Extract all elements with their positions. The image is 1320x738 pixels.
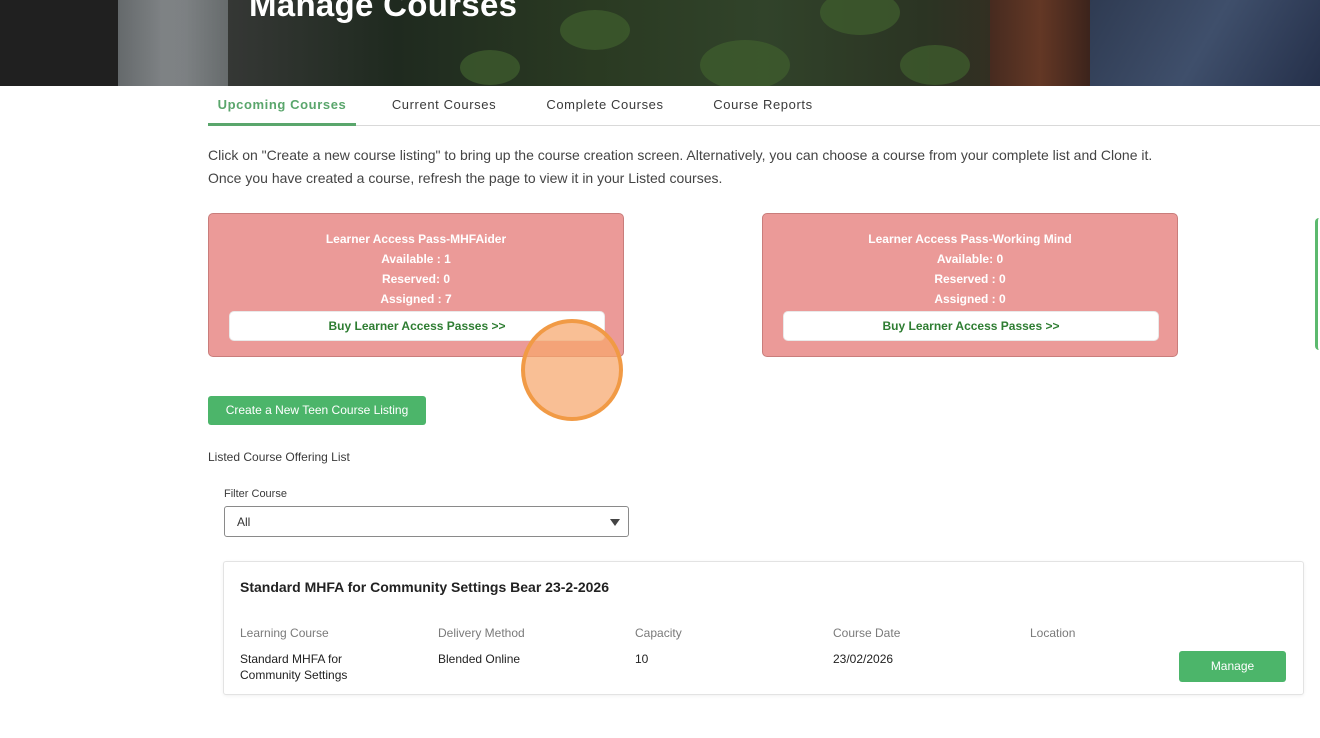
value-learning-course: Standard MHFA for Community Settings: [240, 652, 348, 682]
manage-button[interactable]: Manage: [1179, 651, 1286, 682]
create-course-listing-button[interactable]: Create a New Teen Course Listing: [208, 396, 426, 425]
pass-title: Learner Access Pass-Working Mind: [868, 232, 1072, 246]
filter-course-value: All: [237, 515, 251, 529]
side-accent-bar: [1315, 218, 1320, 350]
hero-background-pillar: [118, 0, 228, 86]
pass-reserved: Reserved : 0: [934, 272, 1006, 286]
buy-passes-button[interactable]: Buy Learner Access Passes >>: [783, 311, 1159, 341]
hero-background-person: [1090, 0, 1320, 86]
value-delivery-method: Blended Online: [438, 652, 521, 666]
value-course-date: 23/02/2026: [833, 652, 894, 666]
pass-available: Available: 0: [936, 252, 1004, 266]
course-card: Standard MHFA for Community Settings Bea…: [223, 561, 1304, 695]
intro-text: Click on "Create a new course listing" t…: [208, 144, 1298, 190]
course-title: Standard MHFA for Community Settings Bea…: [240, 579, 610, 595]
pass-available: Available : 1: [381, 252, 451, 266]
filter-course-select[interactable]: All: [224, 506, 629, 537]
header-learning-course: Learning Course: [240, 626, 329, 640]
header-delivery-method: Delivery Method: [438, 626, 525, 640]
tab-course-reports[interactable]: Course Reports: [698, 86, 828, 126]
pass-title: Learner Access Pass-MHFAider: [325, 232, 507, 246]
hero-banner: Manage Courses: [0, 0, 1320, 86]
header-location: Location: [1030, 626, 1076, 640]
hero-foliage: [820, 0, 900, 35]
header-capacity: Capacity: [635, 626, 682, 640]
hero-foliage: [560, 10, 630, 50]
hero-background-wall: [0, 0, 120, 86]
click-indicator: [521, 319, 623, 421]
tab-current-courses[interactable]: Current Courses: [374, 86, 514, 126]
pass-reserved: Reserved: 0: [381, 272, 451, 286]
hero-background-chair: [990, 0, 1090, 86]
pass-card-working-mind: Learner Access Pass-Working Mind Availab…: [762, 213, 1178, 357]
course-tabs: Upcoming Courses Current Courses Complet…: [208, 86, 1320, 126]
hero-foliage: [700, 40, 790, 86]
pass-assigned: Assigned : 7: [380, 292, 452, 306]
filter-course-label: Filter Course: [224, 488, 287, 500]
intro-line: Click on "Create a new course listing" t…: [208, 147, 1153, 163]
listed-course-heading: Listed Course Offering List: [208, 450, 350, 464]
hero-foliage: [900, 45, 970, 85]
chevron-down-icon: [610, 519, 620, 526]
pass-assigned: Assigned : 0: [934, 292, 1006, 306]
intro-line: Once you have created a course, refresh …: [208, 170, 723, 186]
tab-complete-courses[interactable]: Complete Courses: [530, 86, 680, 126]
hero-foliage: [460, 50, 520, 85]
page-title: Manage Courses: [249, 0, 518, 23]
tab-upcoming-courses[interactable]: Upcoming Courses: [208, 86, 356, 126]
value-capacity: 10: [635, 652, 649, 666]
header-course-date: Course Date: [833, 626, 901, 640]
